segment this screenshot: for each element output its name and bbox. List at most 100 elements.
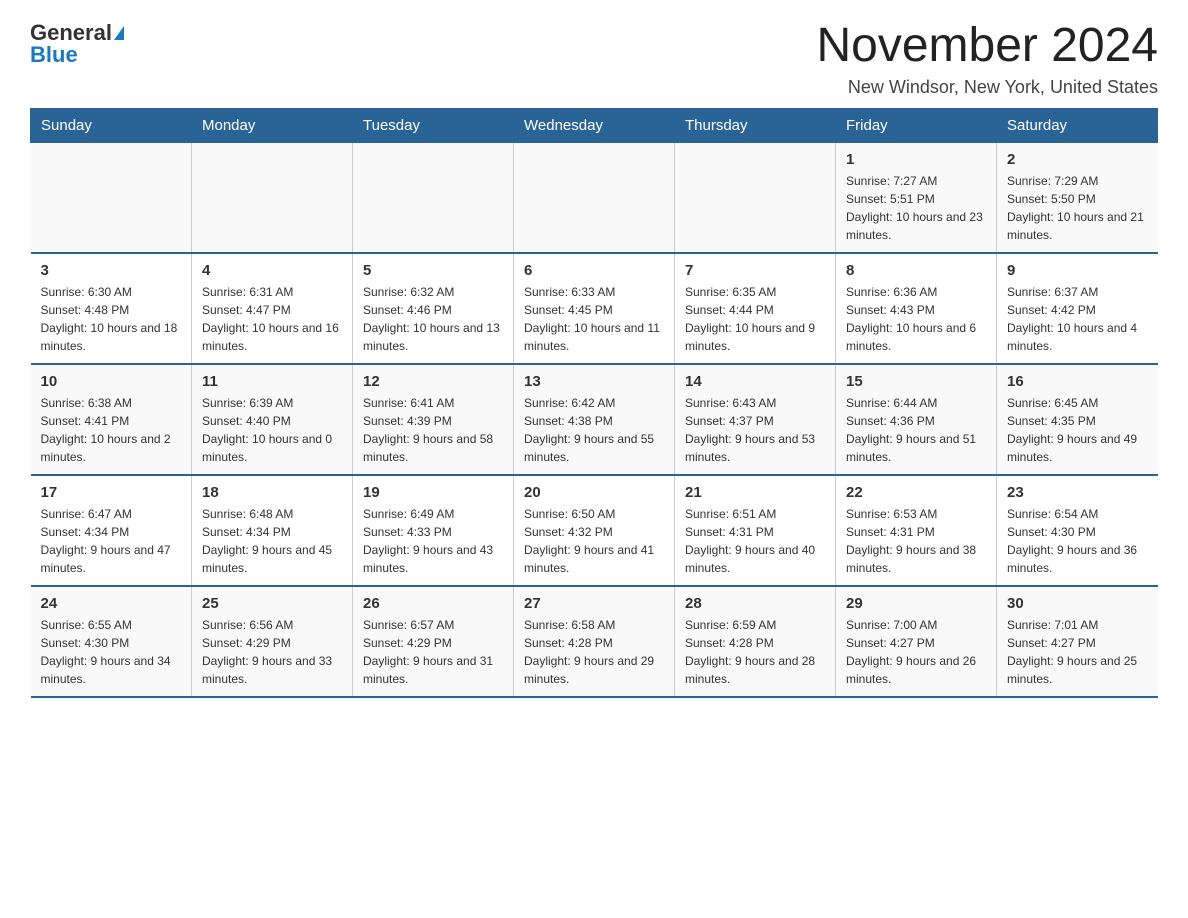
calendar-cell: 23 Sunrise: 6:54 AM Sunset: 4:30 PM Dayli…: [997, 475, 1158, 586]
day-number: 28: [685, 595, 825, 612]
calendar-week-row: 17 Sunrise: 6:47 AM Sunset: 4:34 PM Dayli…: [31, 475, 1158, 586]
calendar-cell: 25 Sunrise: 6:56 AM Sunset: 4:29 PM Dayli…: [192, 586, 353, 697]
day-info: Sunrise: 6:43 AM Sunset: 4:37 PM Dayligh…: [685, 394, 825, 466]
day-info: Sunrise: 7:29 AM Sunset: 5:50 PM Dayligh…: [1007, 172, 1148, 244]
day-number: 14: [685, 373, 825, 390]
calendar-week-row: 10Sunrise: 6:38 AM Sunset: 4:41 PM Dayli…: [31, 364, 1158, 475]
day-number: 6: [524, 262, 664, 279]
calendar-cell: 24 Sunrise: 6:55 AM Sunset: 4:30 PM Dayli…: [31, 586, 192, 697]
day-number: 11: [202, 373, 342, 390]
day-number: 29: [846, 595, 986, 612]
calendar-cell: 15Sunrise: 6:44 AM Sunset: 4:36 PM Dayli…: [836, 364, 997, 475]
day-number: 5: [363, 262, 503, 279]
day-info: Sunrise: 6:59 AM Sunset: 4:28 PM Dayligh…: [685, 616, 825, 688]
day-info: Sunrise: 6:55 AM Sunset: 4:30 PM Dayligh…: [41, 616, 182, 688]
day-info: Sunrise: 6:47 AM Sunset: 4:34 PM Dayligh…: [41, 505, 182, 577]
day-number: 3: [41, 262, 182, 279]
calendar-cell: 18 Sunrise: 6:48 AM Sunset: 4:34 PM Dayli…: [192, 475, 353, 586]
calendar-cell: 22 Sunrise: 6:53 AM Sunset: 4:31 PM Dayli…: [836, 475, 997, 586]
calendar-cell: 19 Sunrise: 6:49 AM Sunset: 4:33 PM Dayli…: [353, 475, 514, 586]
day-info: Sunrise: 6:37 AM Sunset: 4:42 PM Dayligh…: [1007, 283, 1148, 355]
page-header: General Blue November 2024 New Windsor, …: [30, 20, 1158, 98]
calendar-cell: 11 Sunrise: 6:39 AM Sunset: 4:40 PM Dayli…: [192, 364, 353, 475]
day-info: Sunrise: 6:30 AM Sunset: 4:48 PM Dayligh…: [41, 283, 182, 355]
day-info: Sunrise: 6:42 AM Sunset: 4:38 PM Dayligh…: [524, 394, 664, 466]
day-info: Sunrise: 6:48 AM Sunset: 4:34 PM Dayligh…: [202, 505, 342, 577]
calendar-cell: 4 Sunrise: 6:31 AM Sunset: 4:47 PM Daylig…: [192, 253, 353, 364]
calendar-cell: 9 Sunrise: 6:37 AM Sunset: 4:42 PM Daylig…: [997, 253, 1158, 364]
header-tuesday: Tuesday: [353, 108, 514, 142]
day-info: Sunrise: 6:45 AM Sunset: 4:35 PM Dayligh…: [1007, 394, 1148, 466]
day-number: 20: [524, 484, 664, 501]
calendar-cell: 8 Sunrise: 6:36 AM Sunset: 4:43 PM Daylig…: [836, 253, 997, 364]
calendar-cell: 12 Sunrise: 6:41 AM Sunset: 4:39 PM Dayli…: [353, 364, 514, 475]
header-friday: Friday: [836, 108, 997, 142]
calendar-cell: [675, 142, 836, 253]
calendar-table: SundayMondayTuesdayWednesdayThursdayFrid…: [30, 108, 1158, 698]
day-info: Sunrise: 6:53 AM Sunset: 4:31 PM Dayligh…: [846, 505, 986, 577]
logo-blue: Blue: [30, 42, 78, 68]
calendar-cell: 30 Sunrise: 7:01 AM Sunset: 4:27 PM Dayli…: [997, 586, 1158, 697]
day-number: 12: [363, 373, 503, 390]
header-monday: Monday: [192, 108, 353, 142]
day-info: Sunrise: 6:39 AM Sunset: 4:40 PM Dayligh…: [202, 394, 342, 466]
calendar-cell: 13 Sunrise: 6:42 AM Sunset: 4:38 PM Dayli…: [514, 364, 675, 475]
day-info: Sunrise: 7:01 AM Sunset: 4:27 PM Dayligh…: [1007, 616, 1148, 688]
day-number: 30: [1007, 595, 1148, 612]
calendar-cell: 20 Sunrise: 6:50 AM Sunset: 4:32 PM Dayli…: [514, 475, 675, 586]
day-info: Sunrise: 6:31 AM Sunset: 4:47 PM Dayligh…: [202, 283, 342, 355]
day-info: Sunrise: 6:50 AM Sunset: 4:32 PM Dayligh…: [524, 505, 664, 577]
day-number: 27: [524, 595, 664, 612]
day-number: 25: [202, 595, 342, 612]
calendar-cell: 2 Sunrise: 7:29 AM Sunset: 5:50 PM Daylig…: [997, 142, 1158, 253]
month-title: November 2024: [816, 20, 1158, 73]
day-info: Sunrise: 6:49 AM Sunset: 4:33 PM Dayligh…: [363, 505, 503, 577]
calendar-cell: 26 Sunrise: 6:57 AM Sunset: 4:29 PM Dayli…: [353, 586, 514, 697]
calendar-cell: 27Sunrise: 6:58 AM Sunset: 4:28 PM Dayli…: [514, 586, 675, 697]
calendar-cell: 28 Sunrise: 6:59 AM Sunset: 4:28 PM Dayli…: [675, 586, 836, 697]
day-number: 18: [202, 484, 342, 501]
calendar-cell: 3 Sunrise: 6:30 AM Sunset: 4:48 PM Daylig…: [31, 253, 192, 364]
header-saturday: Saturday: [997, 108, 1158, 142]
day-info: Sunrise: 6:57 AM Sunset: 4:29 PM Dayligh…: [363, 616, 503, 688]
calendar-cell: 5 Sunrise: 6:32 AM Sunset: 4:46 PM Daylig…: [353, 253, 514, 364]
logo-triangle-icon: [114, 26, 124, 40]
day-info: Sunrise: 7:00 AM Sunset: 4:27 PM Dayligh…: [846, 616, 986, 688]
calendar-cell: 29 Sunrise: 7:00 AM Sunset: 4:27 PM Dayli…: [836, 586, 997, 697]
day-info: Sunrise: 6:51 AM Sunset: 4:31 PM Dayligh…: [685, 505, 825, 577]
title-block: November 2024 New Windsor, New York, Uni…: [816, 20, 1158, 98]
logo: General Blue: [30, 20, 124, 68]
day-number: 24: [41, 595, 182, 612]
day-number: 22: [846, 484, 986, 501]
day-number: 15: [846, 373, 986, 390]
day-info: Sunrise: 6:56 AM Sunset: 4:29 PM Dayligh…: [202, 616, 342, 688]
day-info: Sunrise: 6:38 AM Sunset: 4:41 PM Dayligh…: [41, 394, 182, 466]
calendar-cell: 7Sunrise: 6:35 AM Sunset: 4:44 PM Daylig…: [675, 253, 836, 364]
day-info: Sunrise: 7:27 AM Sunset: 5:51 PM Dayligh…: [846, 172, 986, 244]
day-number: 17: [41, 484, 182, 501]
calendar-cell: 1Sunrise: 7:27 AM Sunset: 5:51 PM Daylig…: [836, 142, 997, 253]
calendar-cell: 10Sunrise: 6:38 AM Sunset: 4:41 PM Dayli…: [31, 364, 192, 475]
header-thursday: Thursday: [675, 108, 836, 142]
day-info: Sunrise: 6:32 AM Sunset: 4:46 PM Dayligh…: [363, 283, 503, 355]
day-number: 19: [363, 484, 503, 501]
day-info: Sunrise: 6:35 AM Sunset: 4:44 PM Dayligh…: [685, 283, 825, 355]
day-number: 23: [1007, 484, 1148, 501]
calendar-cell: [192, 142, 353, 253]
location: New Windsor, New York, United States: [816, 77, 1158, 98]
header-wednesday: Wednesday: [514, 108, 675, 142]
day-number: 2: [1007, 151, 1148, 168]
day-number: 9: [1007, 262, 1148, 279]
day-info: Sunrise: 6:36 AM Sunset: 4:43 PM Dayligh…: [846, 283, 986, 355]
day-number: 13: [524, 373, 664, 390]
calendar-cell: 14 Sunrise: 6:43 AM Sunset: 4:37 PM Dayli…: [675, 364, 836, 475]
calendar-cell: 21Sunrise: 6:51 AM Sunset: 4:31 PM Dayli…: [675, 475, 836, 586]
day-number: 8: [846, 262, 986, 279]
day-number: 4: [202, 262, 342, 279]
day-info: Sunrise: 6:54 AM Sunset: 4:30 PM Dayligh…: [1007, 505, 1148, 577]
day-number: 26: [363, 595, 503, 612]
calendar-cell: 6Sunrise: 6:33 AM Sunset: 4:45 PM Daylig…: [514, 253, 675, 364]
calendar-cell: [514, 142, 675, 253]
day-info: Sunrise: 6:41 AM Sunset: 4:39 PM Dayligh…: [363, 394, 503, 466]
calendar-cell: 17 Sunrise: 6:47 AM Sunset: 4:34 PM Dayli…: [31, 475, 192, 586]
